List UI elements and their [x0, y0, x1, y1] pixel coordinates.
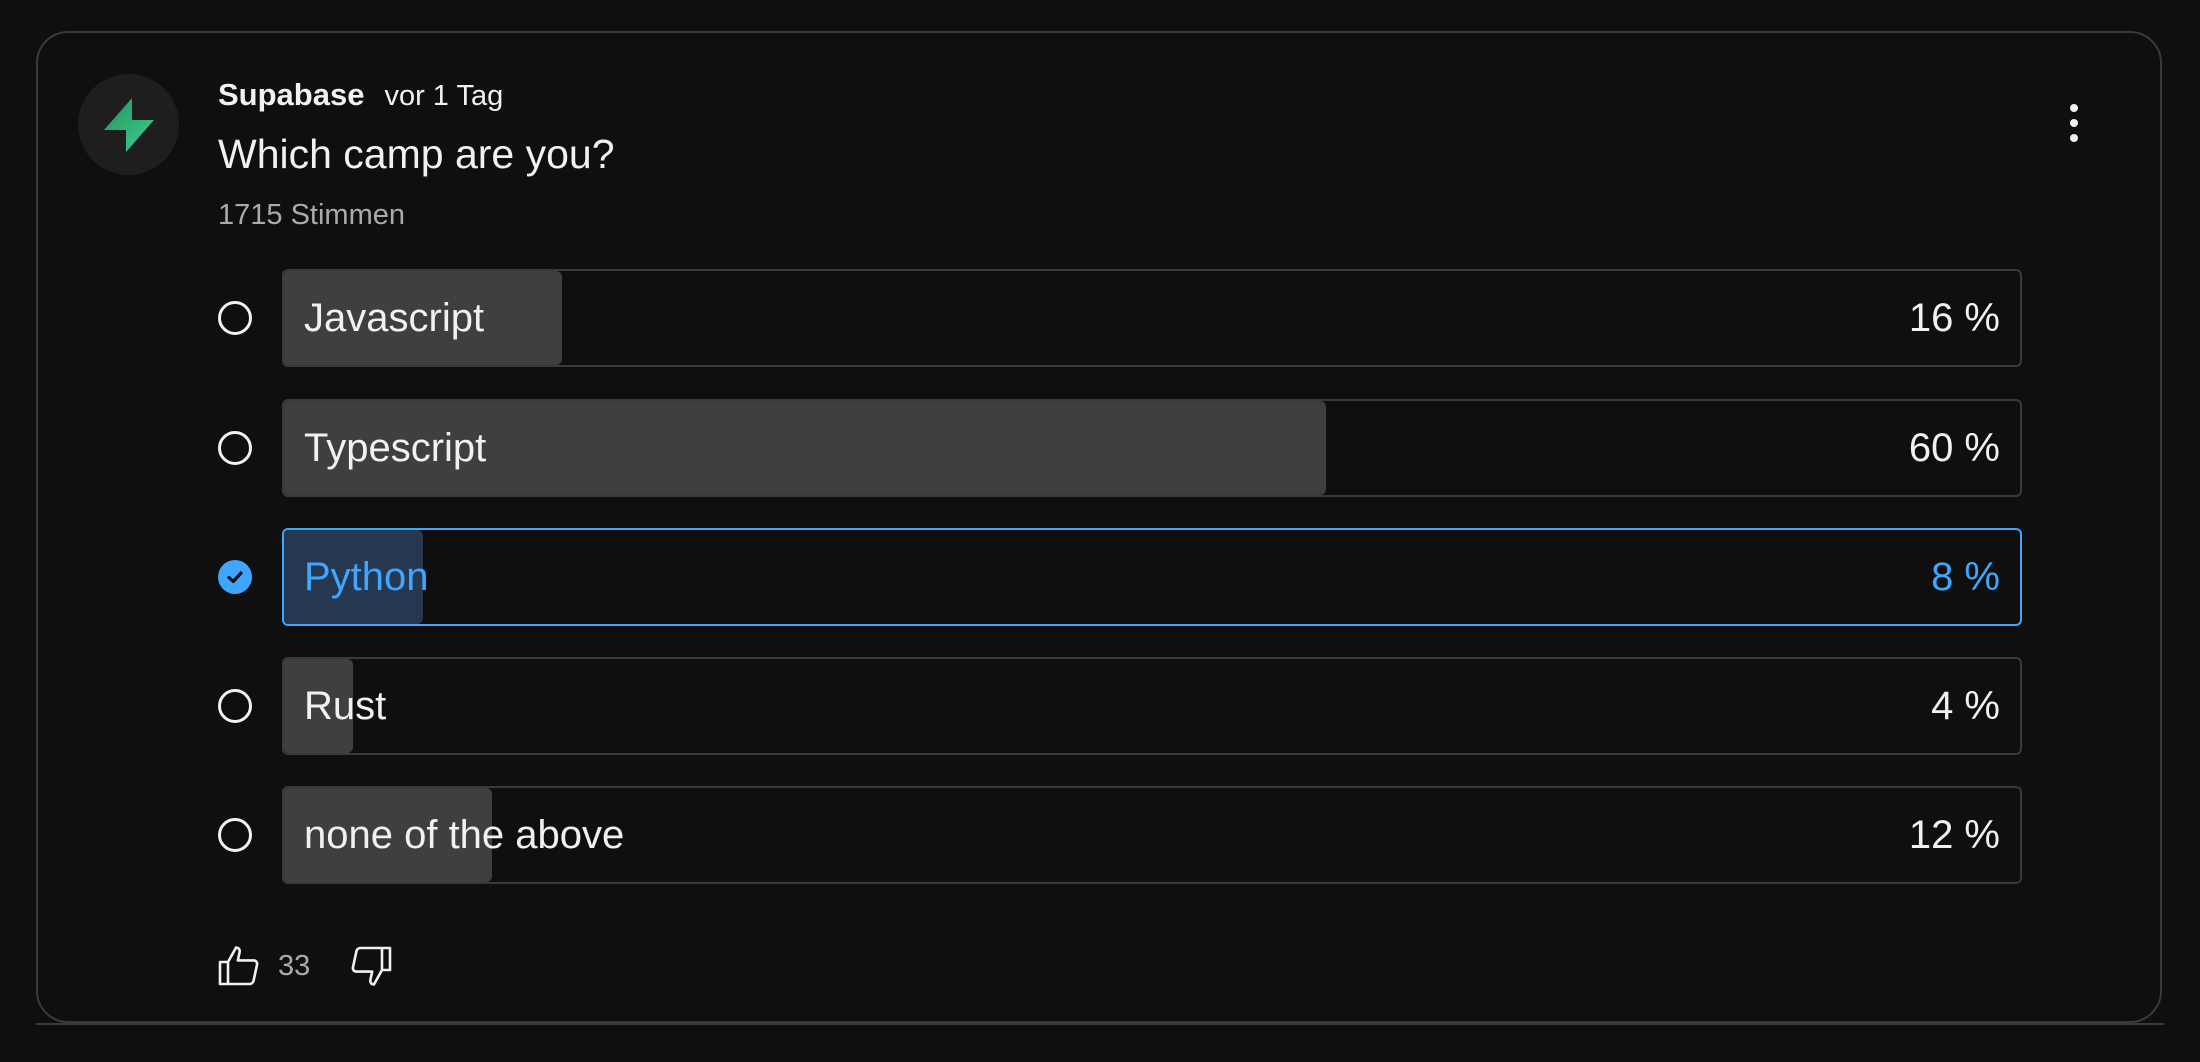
poll-option-label: Rust [304, 684, 387, 728]
poll-post-card: Supabase vor 1 Tag Which camp are you? 1… [36, 31, 2162, 1023]
vote-count: 1715 Stimmen [218, 199, 405, 231]
poll-option-selected[interactable]: Python 8 % [218, 528, 2022, 626]
more-vertical-icon-dot [2070, 134, 2078, 142]
supabase-bolt-icon [103, 97, 154, 152]
post-time[interactable]: vor 1 Tag [384, 80, 503, 113]
like-count: 33 [278, 949, 311, 982]
poll-option-bar[interactable]: Python 8 % [282, 528, 2022, 626]
poll-option-bar[interactable]: Typescript 60 % [282, 399, 2022, 497]
poll-option-percent: 4 % [1931, 684, 2000, 728]
poll-option-label: Python [304, 555, 429, 599]
poll-option[interactable]: Javascript 16 % [218, 269, 2022, 367]
poll-option-bar[interactable]: none of the above 12 % [282, 786, 2022, 884]
more-vertical-icon [2070, 104, 2078, 112]
poll-option-percent: 8 % [1931, 555, 2000, 599]
poll-option-label: Typescript [304, 426, 487, 470]
poll-option[interactable]: Rust 4 % [218, 657, 2022, 755]
more-options-button[interactable] [2054, 93, 2094, 153]
poll-option-bar[interactable]: Javascript 16 % [282, 269, 2022, 367]
divider [36, 1023, 2164, 1025]
like-button[interactable] [214, 941, 264, 991]
checkmark-icon [227, 571, 243, 584]
author-line: Supabase vor 1 Tag [218, 77, 503, 113]
poll-option[interactable]: none of the above 12 % [218, 786, 2022, 884]
thumbs-up-icon [218, 946, 259, 986]
radio-button[interactable] [218, 818, 252, 852]
poll-question: Which camp are you? [218, 131, 615, 177]
poll-option-percent: 12 % [1908, 813, 2000, 857]
radio-button[interactable] [218, 301, 252, 335]
radio-button[interactable] [218, 689, 252, 723]
poll-option-percent: 60 % [1908, 426, 2000, 470]
action-bar: 33 [214, 941, 396, 991]
dislike-button[interactable] [346, 941, 396, 991]
thumbs-down-icon [351, 946, 392, 986]
poll-option-label: Javascript [304, 296, 485, 340]
radio-button-checked[interactable] [218, 560, 252, 594]
more-vertical-icon-dot [2070, 119, 2078, 127]
channel-avatar[interactable] [78, 74, 179, 175]
poll-option-label: none of the above [304, 813, 625, 857]
channel-name[interactable]: Supabase [218, 77, 364, 113]
radio-button[interactable] [218, 431, 252, 465]
poll-option[interactable]: Typescript 60 % [218, 399, 2022, 497]
poll-option-percent: 16 % [1908, 296, 2000, 340]
poll-option-bar[interactable]: Rust 4 % [282, 657, 2022, 755]
